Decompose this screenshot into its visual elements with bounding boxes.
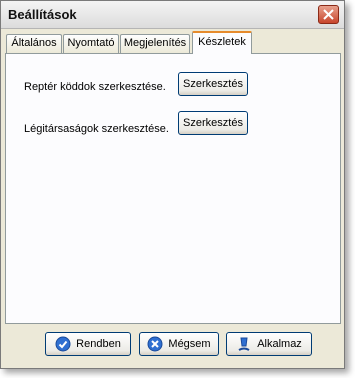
tab-printer[interactable]: Nyomtató: [63, 34, 119, 53]
edit-airlines-button[interactable]: Szerkesztés: [178, 111, 248, 135]
tab-panel-sets: Reptér köddok szerkesztése. Szerkesztés …: [5, 53, 341, 324]
cancel-button[interactable]: Mégsem: [139, 332, 219, 356]
title-bar[interactable]: Beállítások: [1, 1, 344, 29]
airlines-label: Légitársaságok szerkesztése.: [24, 123, 169, 135]
settings-dialog: Beállítások Általános Nyomtató Megjelení…: [0, 0, 345, 369]
cancel-icon: [147, 336, 163, 352]
tab-display[interactable]: Megjelenítés: [120, 34, 190, 53]
close-button[interactable]: [318, 5, 339, 24]
apply-icon: [238, 337, 250, 351]
close-icon: [323, 9, 334, 20]
tab-sets[interactable]: Készletek: [192, 31, 252, 54]
airport-codes-label: Reptér köddok szerkesztése.: [24, 81, 166, 93]
apply-button[interactable]: Alkalmaz: [226, 332, 312, 356]
edit-airport-codes-button[interactable]: Szerkesztés: [178, 72, 248, 96]
window-title: Beállítások: [8, 7, 77, 22]
tab-general[interactable]: Általános: [6, 34, 62, 53]
checkmark-icon: [55, 336, 71, 352]
ok-button[interactable]: Rendben: [45, 332, 131, 356]
